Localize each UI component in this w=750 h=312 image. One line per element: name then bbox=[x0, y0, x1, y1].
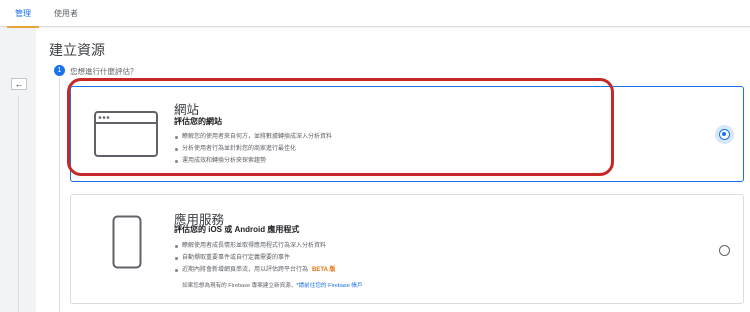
option-subtitle: 評估您的網站 bbox=[174, 117, 222, 126]
option-subtitle: 評估您的 iOS 或 Android 應用程式 bbox=[174, 225, 300, 234]
firebase-note-text: 如果您想為現有的 Firebase 專案建立新資源， bbox=[182, 283, 297, 289]
option-card-app[interactable]: 應用服務 評估您的 iOS 或 Android 應用程式 瞭解使用者成長情形並取… bbox=[70, 194, 744, 304]
tab-users[interactable]: 使用者 bbox=[42, 0, 90, 27]
page-title: 建立資源 bbox=[49, 42, 105, 58]
mobile-phone-icon bbox=[112, 215, 142, 269]
rail-divider bbox=[18, 96, 19, 312]
browser-window-icon bbox=[94, 111, 158, 157]
option-bullet-list: 瞭解您的使用者來自何方，並將數據轉換成深入分析資料 分析使用者行為並針對您的商家… bbox=[174, 131, 332, 167]
firebase-account-link[interactable]: *請前往您的 Firebase 帳戶 bbox=[296, 283, 362, 289]
step-number-badge: 1 bbox=[54, 65, 65, 76]
top-tab-bar: 管理 使用者 bbox=[0, 0, 750, 28]
list-item: 自動擷取重要事件或自行定義需要的事件 bbox=[174, 252, 335, 264]
beta-badge: BETA 版 bbox=[312, 267, 336, 273]
option-bullet-list: 瞭解使用者成長情形並取得應用程式行為深入分析資料 自動擷取重要事件或自行定義需要… bbox=[174, 240, 335, 276]
list-item-text: 近期內將會新增網頁串流，用以評估跨平台行為 bbox=[182, 267, 309, 273]
list-item: 瞭解使用者成長情形並取得應用程式行為深入分析資料 bbox=[174, 240, 335, 252]
firebase-note: 如果您想為現有的 Firebase 專案建立新資源，*請前往您的 Firebas… bbox=[182, 281, 363, 289]
tab-admin[interactable]: 管理 bbox=[3, 0, 43, 28]
list-item: 分析使用者行為並針對您的商家進行最佳化 bbox=[174, 143, 332, 155]
list-item: 瞭解您的使用者來自何方，並將數據轉換成深入分析資料 bbox=[174, 131, 332, 143]
step-connector-line bbox=[59, 78, 60, 312]
list-item: 近期內將會新增網頁串流，用以評估跨平台行為 BETA 版 bbox=[174, 264, 335, 276]
radio-website[interactable] bbox=[719, 129, 730, 140]
list-item: 運用成效和轉換分析來探索趨勢 bbox=[174, 155, 332, 167]
option-card-website[interactable]: 網站 評估您的網站 瞭解您的使用者來自何方，並將數據轉換成深入分析資料 分析使用… bbox=[70, 86, 744, 182]
radio-app[interactable] bbox=[719, 245, 730, 256]
step-question: 您想進行什麼評估？ bbox=[70, 67, 138, 76]
back-arrow-icon[interactable]: ← bbox=[11, 78, 27, 90]
